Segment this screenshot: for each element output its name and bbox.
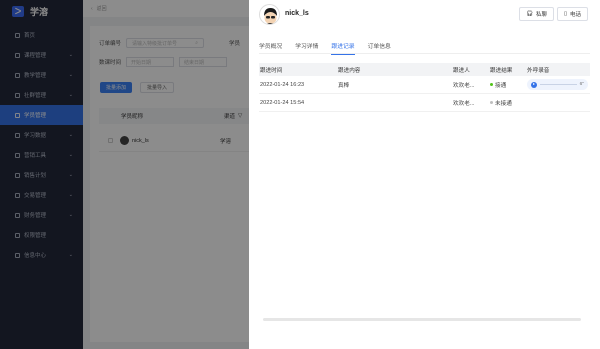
avatar [259,4,280,25]
horizontal-scrollbar[interactable] [263,318,581,321]
phone-label: 电话 [570,12,582,18]
row-result-text: 未接通 [495,100,512,107]
row-time: 2022-01-24 16:23 [260,81,305,88]
tabs-divider [259,53,590,54]
private-chat-button[interactable]: 🎧︎ 私聊 [519,7,554,21]
status-dot [490,101,493,104]
col-follow-content: 跟进内容 [338,67,361,74]
row-recording: 6" [527,79,590,90]
headset-icon: 🎧︎ [526,11,533,17]
row-person: 欢欢老... [453,100,475,107]
col-follow-time: 跟进时间 [260,67,283,74]
row-time: 2022-01-24 15:54 [260,99,305,106]
row-result: 未接通 [490,99,527,107]
drawer-header: nick_ls 🎧︎ 私聊 ▯ 电话 [249,0,600,30]
status-dot [490,83,493,86]
row-result: 接通 [490,81,527,89]
row-person: 欢欢老... [453,82,475,89]
play-icon[interactable] [531,81,537,88]
col-call-recording: 外呼录音 [527,67,550,74]
phone-button[interactable]: ▯ 电话 [557,7,589,21]
table-row[interactable]: 2022-01-24 16:23 真棒 欢欢老... 接通 6" [259,76,590,94]
private-chat-label: 私聊 [535,12,547,18]
audio-duration: 6" [579,82,584,87]
student-detail-drawer: nick_ls 🎧︎ 私聊 ▯ 电话 学员概况 学习详情 跟进记录 订单信息 跟… [249,0,600,349]
table-header: 跟进时间 跟进内容 跟进人 跟进结果 外呼录音 [259,63,590,76]
phone-icon: ▯ [564,11,568,17]
col-follow-person: 跟进人 [453,67,470,74]
follow-records-table: 跟进时间 跟进内容 跟进人 跟进结果 外呼录音 2022-01-24 16:23… [259,63,590,112]
col-follow-result: 跟进结果 [490,67,513,74]
row-content: 真棒 [338,82,350,89]
drawer-username: nick_ls [285,10,309,17]
row-result-text: 接通 [495,82,507,89]
audio-track[interactable] [540,84,577,85]
audio-player[interactable]: 6" [527,79,588,90]
table-row[interactable]: 2022-01-24 15:54 欢欢老... 未接通 [259,94,590,112]
